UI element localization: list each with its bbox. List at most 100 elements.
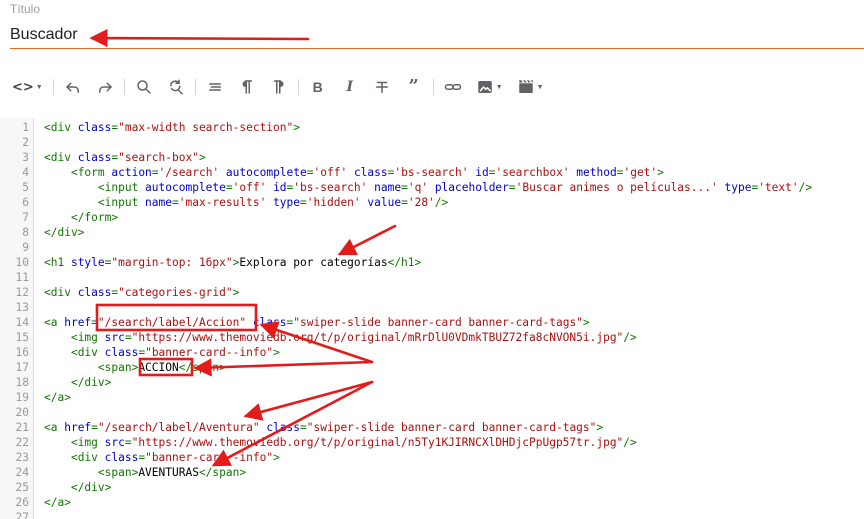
pilcrow-icon	[242, 80, 252, 94]
line-number: 4	[22, 166, 29, 179]
code-token: </div>	[70, 481, 112, 494]
line-number: 13	[15, 301, 29, 314]
code-token: />	[623, 331, 637, 344]
code-token: <input	[97, 196, 146, 209]
code-token: "categories-grid"	[118, 286, 233, 299]
image-button[interactable]: ▼	[474, 76, 505, 98]
find-replace-icon	[169, 79, 183, 95]
redo-button[interactable]	[94, 76, 116, 98]
bold-icon: B	[312, 79, 323, 95]
code-token: =	[172, 196, 179, 209]
line-number: 10	[15, 256, 29, 269]
code-text: <img src="https://www.themoviedb.org/t/p…	[44, 330, 637, 345]
search-icon	[136, 80, 151, 94]
editor-toolbar: <> ▼ B I ” ▼ ▼	[10, 76, 546, 98]
code-token: 'off'	[232, 181, 267, 194]
code-token: 'text'	[758, 181, 799, 194]
code-token: </form>	[70, 211, 119, 224]
strikethrough-button[interactable]	[371, 76, 393, 98]
undo-button[interactable]	[62, 76, 84, 98]
code-icon: <>	[12, 79, 34, 95]
code-text: <div class="search-box">	[44, 150, 206, 165]
title-underline	[10, 48, 864, 49]
align-icon	[208, 83, 221, 91]
code-token: "/search/label/Accion"	[97, 316, 247, 329]
code-token: "https://www.themoviedb.org/t/p/original…	[131, 436, 624, 449]
paragraph-button[interactable]	[236, 76, 258, 98]
code-token: 'max-results'	[178, 196, 267, 209]
code-token: </a>	[44, 496, 71, 509]
pilcrow-rtl-icon	[273, 80, 284, 94]
toolbar-divider	[432, 79, 434, 95]
code-token: =	[401, 196, 408, 209]
search-button[interactable]	[133, 76, 155, 98]
code-text: </div>	[44, 225, 84, 240]
line-number: 23	[15, 451, 29, 464]
code-text: </div>	[44, 375, 111, 390]
undo-icon	[65, 82, 79, 93]
title-label: Título	[10, 2, 41, 16]
code-token: =	[401, 181, 408, 194]
align-button[interactable]	[204, 76, 226, 98]
code-token: =	[124, 436, 132, 449]
replace-button[interactable]	[165, 76, 187, 98]
line-number: 20	[15, 406, 29, 419]
line-number: 24	[15, 466, 29, 479]
quote-icon: ”	[408, 76, 419, 97]
line-number: 25	[15, 481, 29, 494]
line-number: 15	[15, 331, 29, 344]
quote-button[interactable]: ”	[403, 76, 425, 98]
code-token: 'bs-search'	[394, 166, 469, 179]
code-editor[interactable]: 1 <div class="max-width search-section"> 2…	[0, 118, 864, 519]
code-text: <h1 style="margin-top: 16px">Explora por…	[44, 255, 421, 270]
code-token: <div	[70, 346, 105, 359]
code-token: "margin-top: 16px"	[111, 256, 233, 269]
code-text: </a>	[44, 390, 71, 405]
annotation-arrow-title	[89, 28, 310, 48]
line-number: 16	[15, 346, 29, 359]
code-token: src	[104, 436, 125, 449]
code-token: href	[64, 421, 92, 434]
code-text: <div class="max-width search-section">	[44, 120, 300, 135]
bold-button[interactable]: B	[307, 76, 329, 98]
code-token: 'Buscar animes o películas...'	[515, 181, 718, 194]
code-token: <h1	[44, 256, 71, 269]
title-input[interactable]: Buscador	[10, 26, 78, 44]
italic-icon: I	[346, 79, 354, 95]
code-token: </div>	[70, 376, 112, 389]
code-token: </h1>	[387, 256, 422, 269]
paragraph-rtl-button[interactable]	[268, 76, 290, 98]
line-number: 6	[22, 196, 29, 209]
italic-button[interactable]: I	[339, 76, 361, 98]
code-token: 'searchbox'	[495, 166, 570, 179]
code-token: 'bs-search'	[293, 181, 368, 194]
code-token: <a	[44, 421, 65, 434]
code-text: <span>ACCION</span>	[44, 360, 226, 375]
video-button[interactable]: ▼	[515, 76, 546, 98]
code-text: <form action='/search' autocomplete='off…	[44, 165, 664, 180]
code-token: AVENTURAS	[138, 466, 199, 479]
code-token: >	[232, 286, 240, 299]
code-view-button[interactable]: <> ▼	[10, 76, 45, 98]
code-token: <div	[70, 451, 105, 464]
code-token: href	[64, 316, 92, 329]
code-token: />	[623, 436, 637, 449]
code-token: id	[273, 181, 287, 194]
code-token: value	[367, 196, 402, 209]
link-button[interactable]	[442, 76, 464, 98]
chevron-down-icon: ▼	[35, 83, 43, 91]
code-text: <img src="https://www.themoviedb.org/t/p…	[44, 435, 637, 450]
toolbar-divider	[194, 79, 196, 95]
code-token: </span>	[178, 361, 226, 374]
code-token: class	[77, 121, 112, 134]
code-text: <div class="banner-card--info">	[44, 345, 280, 360]
line-number: 9	[22, 241, 29, 254]
chevron-down-icon: ▼	[495, 83, 503, 91]
